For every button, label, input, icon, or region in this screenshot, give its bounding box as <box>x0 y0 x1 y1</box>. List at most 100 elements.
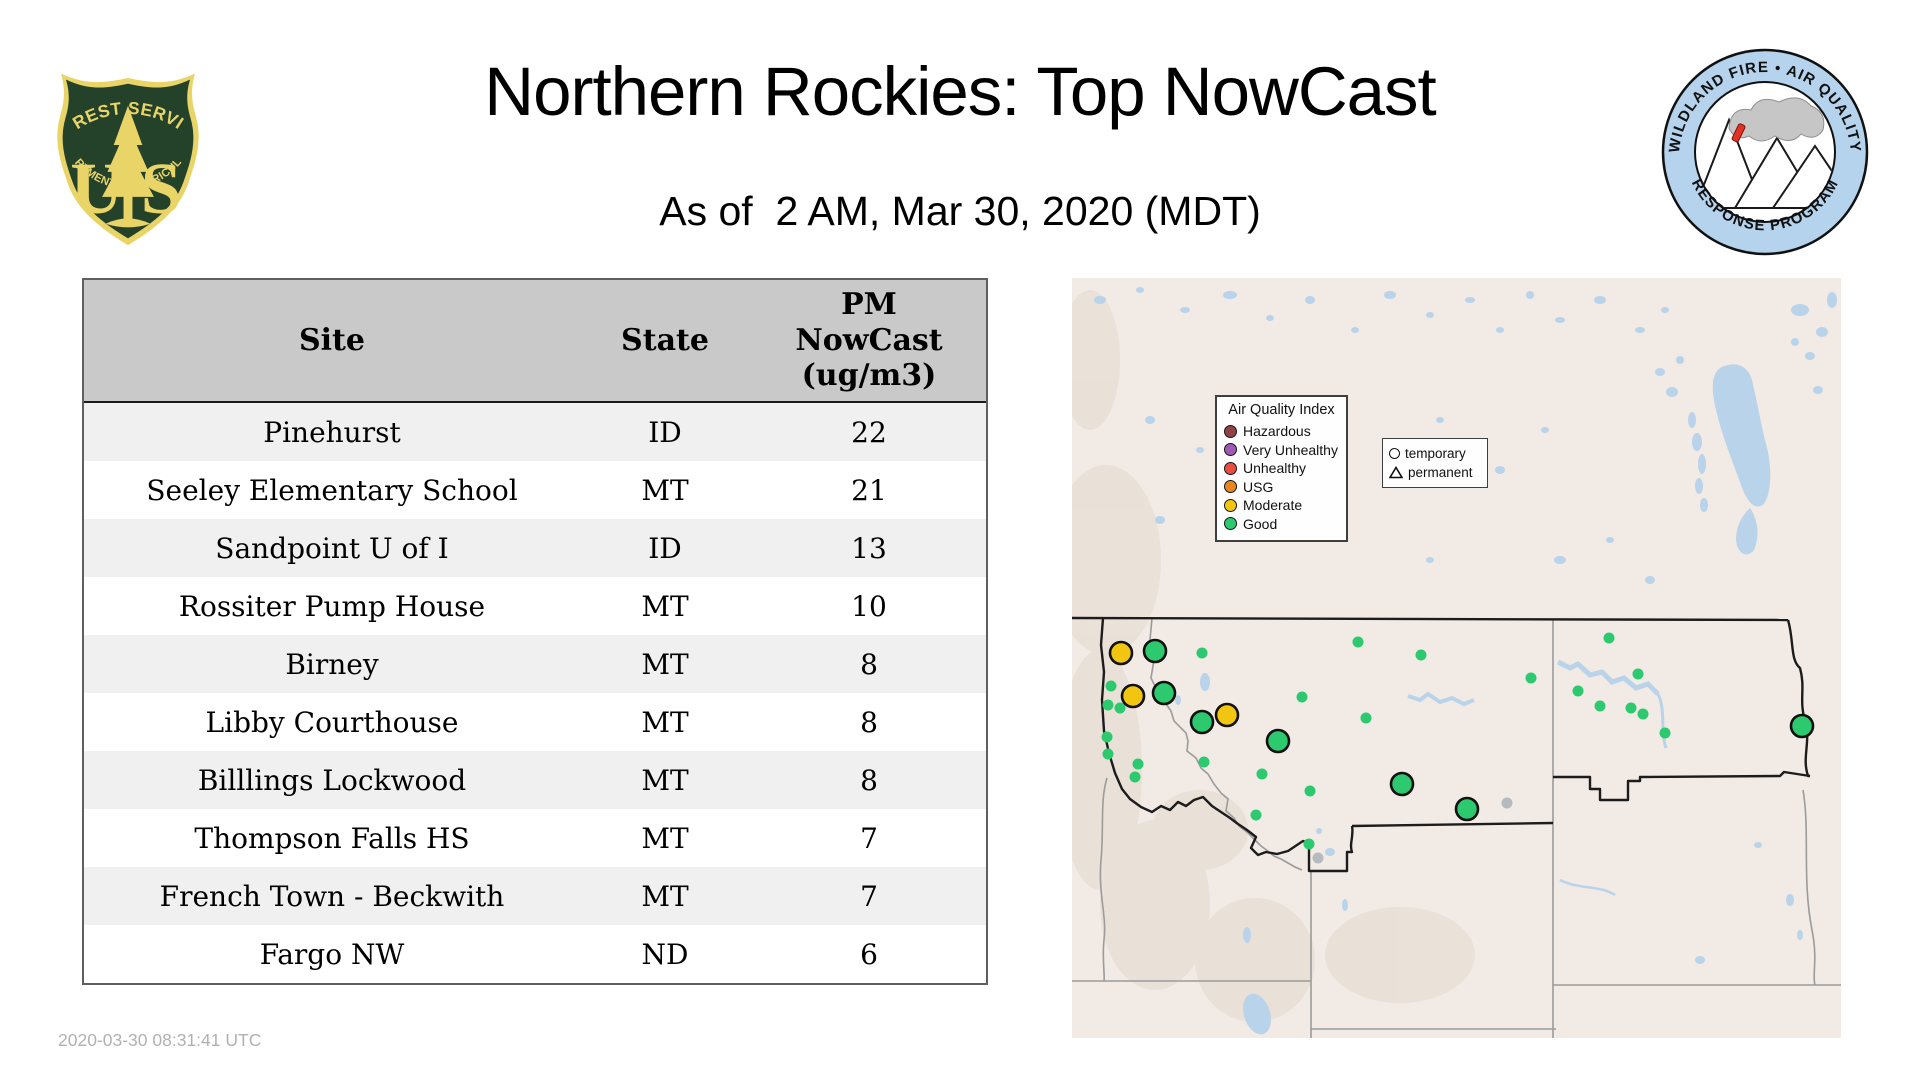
monitor-marker-inactive <box>1312 852 1324 864</box>
cell-value: 8 <box>860 647 878 681</box>
monitor-marker-small <box>1603 632 1615 644</box>
monitor-marker-inactive <box>1501 797 1513 809</box>
aqi-level-dot-icon <box>1224 498 1237 512</box>
cell-state: MT <box>641 589 689 623</box>
aqi-legend-item: Hazardous <box>1224 422 1339 441</box>
cell-state: MT <box>641 647 689 681</box>
cell-value: 10 <box>851 589 887 623</box>
cell-site: Sandpoint U of I <box>215 531 449 565</box>
monitor-marker-large <box>1265 728 1291 754</box>
cell-value: 8 <box>860 763 878 797</box>
monitor-marker-small <box>1304 785 1316 797</box>
cell-state: ID <box>648 415 682 449</box>
cell-value: 22 <box>851 415 887 449</box>
aqi-legend-item: Unhealthy <box>1224 459 1339 478</box>
temporary-label: temporary <box>1405 446 1466 461</box>
cell-state: MT <box>641 473 689 507</box>
cell-site: Pinehurst <box>263 415 401 449</box>
cell-value: 21 <box>851 473 887 507</box>
monitor-marker-small <box>1360 712 1372 724</box>
cell-value: 7 <box>860 879 878 913</box>
aqi-level-label: USG <box>1243 478 1274 495</box>
monitor-marker-small <box>1105 680 1117 692</box>
monitor-marker-small <box>1303 838 1315 850</box>
aqi-level-label: Unhealthy <box>1243 460 1307 477</box>
table-header-row: Site State PM NowCast (ug/m3) <box>84 280 986 403</box>
permanent-legend-row: permanent <box>1389 463 1481 482</box>
cell-value: 6 <box>860 937 878 971</box>
monitor-marker-small <box>1415 649 1427 661</box>
cell-site: Thompson Falls HS <box>194 821 470 855</box>
cell-site: Rossiter Pump House <box>178 589 486 623</box>
cell-state: MT <box>641 763 689 797</box>
nowcast-table: Site State PM NowCast (ug/m3) Pinehurst I… <box>82 278 988 985</box>
temporary-marker-icon <box>1389 448 1400 459</box>
monitor-marker-small <box>1632 668 1644 680</box>
monitor-marker-small <box>1594 700 1606 712</box>
cell-site: Seeley Elementary School <box>146 473 518 507</box>
aqi-level-label: Good <box>1243 515 1278 532</box>
monitor-marker-large <box>1389 771 1415 797</box>
monitor-marker-small <box>1250 809 1262 821</box>
monitor-marker-small <box>1625 702 1637 714</box>
monitor-marker-small <box>1525 672 1537 684</box>
monitor-marker-small <box>1256 768 1268 780</box>
temporary-legend-row: temporary <box>1389 444 1481 463</box>
cell-value: 8 <box>860 705 878 739</box>
monitor-marker-small <box>1102 748 1114 760</box>
column-header-state: State <box>621 322 709 358</box>
monitor-marker-large <box>1151 680 1177 706</box>
aqi-level-label: Hazardous <box>1243 423 1311 440</box>
map-canvas <box>1072 278 1841 1038</box>
wfaqrp-logo: WILDLAND FIRE • AIR QUALITY RESPONSE PRO… <box>1661 48 1869 256</box>
aqi-legend-item: Moderate <box>1224 496 1339 515</box>
monitor-marker-small <box>1129 771 1141 783</box>
monitor-marker-large <box>1189 709 1215 735</box>
cell-state: MT <box>641 821 689 855</box>
table-row: Pinehurst ID 22 <box>84 403 986 461</box>
table-row: Seeley Elementary School MT 21 <box>84 461 986 519</box>
cell-site: Birney <box>285 647 379 681</box>
station-type-legend: temporary permanent <box>1382 438 1488 488</box>
monitor-marker-large <box>1454 796 1480 822</box>
monitor-marker-small <box>1101 731 1113 743</box>
table-row: Billlings Lockwood MT 8 <box>84 751 986 809</box>
aqi-level-dot-icon <box>1224 461 1237 475</box>
aqi-level-dot-icon <box>1224 443 1237 457</box>
cell-site: Fargo NW <box>259 937 405 971</box>
aqi-legend-item: USG <box>1224 478 1339 497</box>
cell-site: French Town - Beckwith <box>159 879 505 913</box>
permanent-label: permanent <box>1408 465 1473 480</box>
aqi-legend-title: Air Quality Index <box>1228 402 1335 418</box>
cell-state: ND <box>641 937 689 971</box>
table-row: French Town - Beckwith MT 7 <box>84 867 986 925</box>
monitor-marker-small <box>1132 758 1144 770</box>
cell-state: MT <box>641 879 689 913</box>
monitor-marker-small <box>1198 756 1210 768</box>
page-subtitle: As of 2 AM, Mar 30, 2020 (MDT) <box>659 188 1261 234</box>
monitor-marker-large <box>1214 702 1240 728</box>
column-header-pm-nowcast: PM NowCast (ug/m3) <box>795 287 943 394</box>
monitor-marker-small <box>1637 708 1649 720</box>
aqi-level-label: Moderate <box>1243 497 1303 514</box>
monitor-marker-large <box>1108 640 1134 666</box>
page-title: Northern Rockies: Top NowCast <box>484 53 1436 130</box>
monitor-marker-small <box>1659 727 1671 739</box>
cell-value: 7 <box>860 821 878 855</box>
aqi-legend-item: Good <box>1224 515 1339 534</box>
cell-value: 13 <box>851 531 887 565</box>
monitor-marker-small <box>1196 647 1208 659</box>
cell-state: MT <box>641 705 689 739</box>
monitor-marker-large <box>1789 713 1815 739</box>
monitor-map: Air Quality Index Hazardous Very Unhealth… <box>1072 278 1841 1038</box>
table-row: Thompson Falls HS MT 7 <box>84 809 986 867</box>
aqi-level-dot-icon <box>1224 424 1237 438</box>
cell-state: ID <box>648 531 682 565</box>
table-row: Rossiter Pump House MT 10 <box>84 577 986 635</box>
table-row: Sandpoint U of I ID 13 <box>84 519 986 577</box>
aqi-level-label: Very Unhealthy <box>1243 441 1338 458</box>
table-row: Birney MT 8 <box>84 635 986 693</box>
report-page: { "header": { "title": "Northern Rockies… <box>0 0 1920 1080</box>
permanent-marker-icon <box>1389 466 1403 479</box>
cell-site: Libby Courthouse <box>205 705 459 739</box>
